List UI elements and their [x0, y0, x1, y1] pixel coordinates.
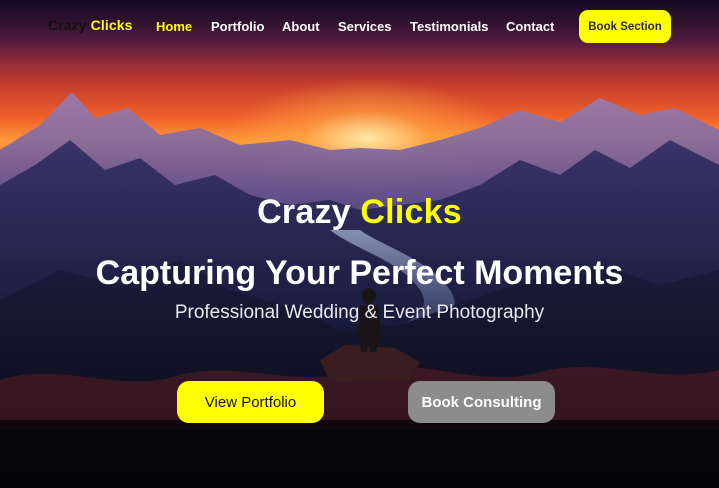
hero-background-image [0, 0, 719, 488]
top-navbar: Crazy Clicks Home Portfolio About Servic… [0, 0, 719, 54]
book-section-button[interactable]: Book Section [579, 10, 671, 43]
nav-link-services[interactable]: Services [338, 19, 392, 34]
view-portfolio-button[interactable]: View Portfolio [177, 381, 324, 423]
hero-section [0, 0, 719, 488]
site-logo[interactable]: Crazy Clicks [48, 17, 133, 33]
logo-word-crazy: Crazy [48, 17, 87, 33]
nav-link-contact[interactable]: Contact [506, 19, 554, 34]
hero-brand-title: Crazy Clicks [0, 193, 719, 232]
hero-brand-word-crazy: Crazy [257, 193, 351, 231]
nav-link-home[interactable]: Home [156, 19, 192, 34]
nav-link-about[interactable]: About [282, 19, 320, 34]
hero-brand-word-clicks: Clicks [350, 193, 462, 231]
hero-heading: Capturing Your Perfect Moments [95, 254, 624, 292]
book-consulting-button[interactable]: Book Consulting [408, 381, 555, 423]
nav-link-portfolio[interactable]: Portfolio [211, 19, 264, 34]
logo-word-clicks: Clicks [90, 17, 133, 33]
hero-subheading: Professional Wedding & Event Photography [174, 302, 545, 323]
nav-link-testimonials[interactable]: Testimonials [410, 19, 489, 34]
